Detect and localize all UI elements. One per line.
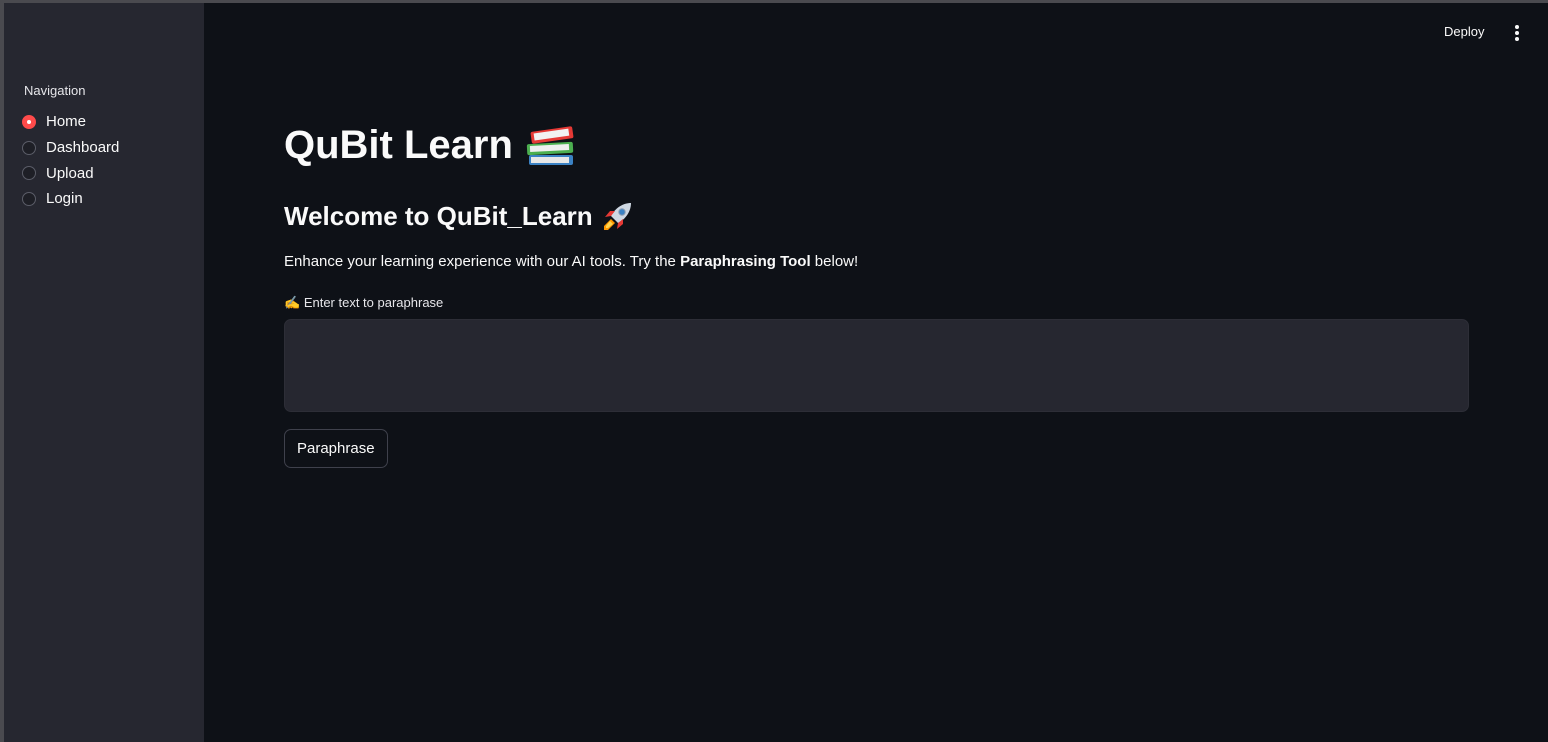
- nav-item-label: Login: [46, 190, 83, 208]
- paraphrase-input[interactable]: [284, 319, 1469, 412]
- description-bold: Paraphrasing Tool: [680, 253, 811, 270]
- app-window: Navigation Home Dashboard Upload Login D…: [4, 3, 1548, 742]
- rocket-icon: [601, 199, 635, 233]
- description-post: below!: [810, 253, 859, 270]
- nav-item-label: Home: [46, 113, 87, 131]
- description-text: Enhance your learning experience with ou…: [284, 253, 858, 270]
- nav-title: Navigation: [24, 83, 86, 98]
- radio-unselected-icon[interactable]: [22, 166, 36, 181]
- page-title-text: QuBit Learn: [284, 122, 513, 167]
- description-pre: Enhance your learning experience with ou…: [284, 253, 681, 270]
- page-title: QuBit Learn: [284, 121, 577, 169]
- nav-item-dashboard[interactable]: Dashboard: [22, 135, 119, 161]
- nav-item-login[interactable]: Login: [22, 186, 119, 212]
- nav-item-label: Dashboard: [46, 139, 120, 157]
- radio-unselected-icon[interactable]: [22, 191, 36, 206]
- deploy-button[interactable]: Deploy: [1444, 24, 1484, 39]
- writing-hand-icon: ✍️: [284, 295, 301, 310]
- welcome-text: Welcome to QuBit_Learn: [284, 200, 593, 231]
- paraphrase-field-label: ✍️ Enter text to paraphrase: [284, 295, 443, 311]
- radio-selected-icon[interactable]: [22, 114, 36, 129]
- vertical-ellipsis-icon[interactable]: [1510, 23, 1524, 43]
- sidebar: Navigation Home Dashboard Upload Login: [4, 3, 204, 742]
- nav-radio-group: Home Dashboard Upload Login: [22, 109, 119, 212]
- welcome-heading: Welcome to QuBit_Learn: [284, 199, 635, 233]
- paraphrase-button[interactable]: Paraphrase: [284, 429, 388, 468]
- field-label-text: Enter text to paraphrase: [303, 295, 444, 310]
- nav-item-upload[interactable]: Upload: [22, 160, 119, 186]
- nav-item-label: Upload: [46, 164, 94, 182]
- books-icon: [525, 121, 577, 169]
- nav-item-home[interactable]: Home: [22, 109, 119, 135]
- radio-unselected-icon[interactable]: [22, 140, 36, 155]
